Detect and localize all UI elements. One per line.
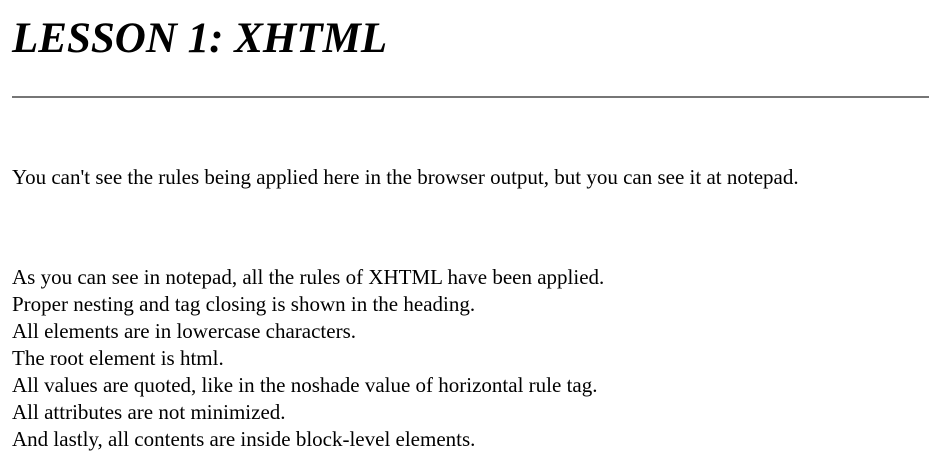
note-line: As you can see in notepad, all the rules…	[12, 265, 605, 289]
note-line: Proper nesting and tag closing is shown …	[12, 292, 476, 316]
note-line: All values are quoted, like in the nosha…	[12, 373, 598, 397]
note-line: And lastly, all contents are inside bloc…	[12, 427, 476, 451]
note-line: All attributes are not minimized.	[12, 400, 286, 424]
note-line: All elements are in lowercase characters…	[12, 319, 356, 343]
intro-paragraph: You can't see the rules being applied he…	[12, 165, 799, 189]
page-heading: LESSON 1: XHTML	[12, 15, 388, 62]
rules-notes: As you can see in notepad, all the rules…	[12, 264, 604, 453]
note-line: The root element is html.	[12, 346, 224, 370]
horizontal-rule	[12, 96, 929, 98]
